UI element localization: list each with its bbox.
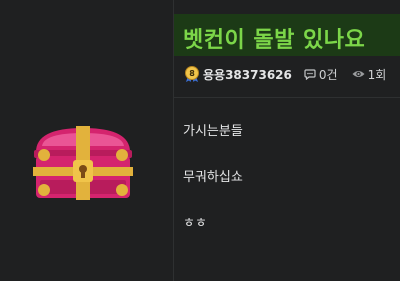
eye-icon bbox=[352, 71, 365, 77]
post-body-line: 무궈하십쇼 bbox=[183, 170, 243, 185]
thumbnail-panel bbox=[0, 0, 173, 281]
comment-icon bbox=[304, 69, 316, 80]
svg-text:8: 8 bbox=[189, 69, 195, 78]
meta-divider bbox=[174, 97, 400, 98]
post-meta: 8 용용38373626 0건 1회 bbox=[174, 64, 400, 84]
treasure-chest-icon bbox=[33, 126, 133, 200]
post-body-line: 가시는분들 bbox=[183, 124, 243, 139]
view-count: 1회 bbox=[367, 67, 387, 82]
post-panel: 벳컨이 돌발 있나요 8 용용38373626 0건 1회 가시는분들 무궈하십… bbox=[174, 0, 400, 281]
comment-count: 0건 bbox=[318, 67, 338, 82]
level-medal-icon: 8 bbox=[185, 66, 199, 82]
author-name[interactable]: 용용38373626 bbox=[203, 66, 292, 83]
title-bar: 벳컨이 돌발 있나요 bbox=[174, 14, 400, 56]
post-title[interactable]: 벳컨이 돌발 있나요 bbox=[183, 22, 365, 54]
post-body-line: ㅎㅎ bbox=[183, 216, 207, 231]
